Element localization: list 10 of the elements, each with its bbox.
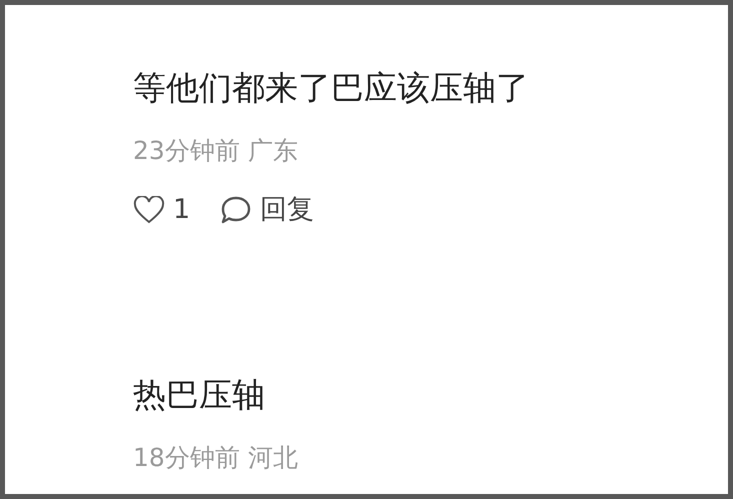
comment-text: 等他们都来了巴应该压轴了	[133, 67, 530, 109]
comment-location: 河北	[248, 442, 298, 474]
like-icon[interactable]	[133, 196, 165, 224]
comment-location: 广东	[248, 135, 298, 167]
like-count: 1	[173, 193, 190, 227]
comment-text: 热巴压轴	[133, 374, 266, 416]
comment-time: 18分钟前	[133, 442, 240, 474]
comment-time: 23分钟前	[133, 135, 240, 167]
comment-icon[interactable]	[220, 195, 252, 225]
reply-link[interactable]: 回复	[260, 192, 314, 228]
